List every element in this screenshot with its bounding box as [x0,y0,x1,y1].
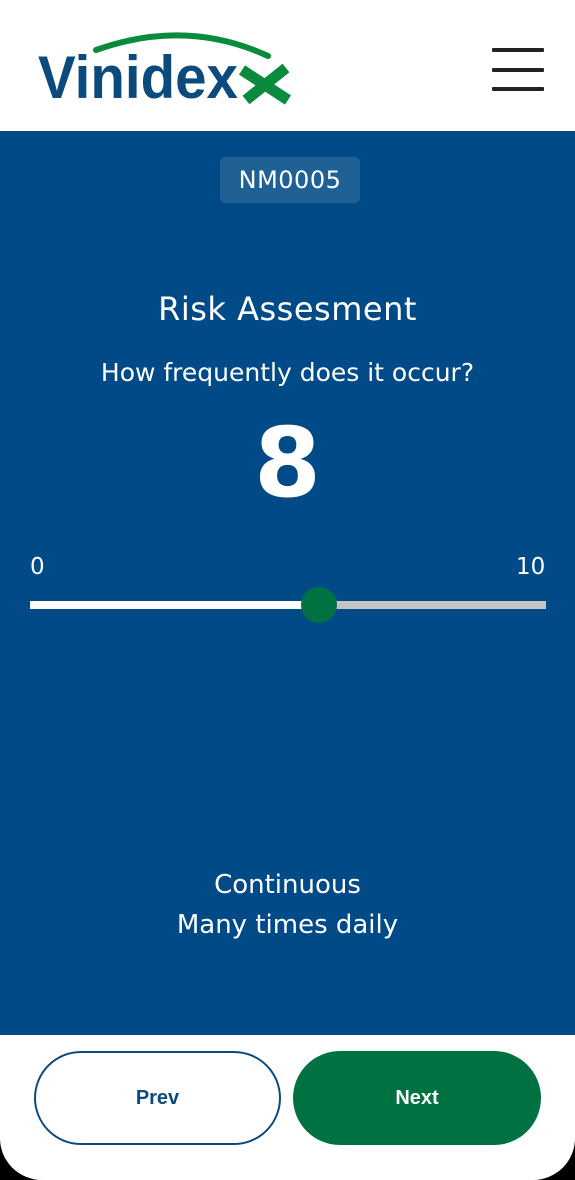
navigation-footer: Prev Next [0,1035,575,1180]
vinidex-logo[interactable]: Vinidex [36,30,298,106]
slider-max-label: 10 [516,554,546,580]
frequency-slider[interactable] [30,587,546,623]
selected-value: 8 [254,407,321,519]
item-code-badge: NM0005 [220,157,360,203]
frequency-description-primary: Continuous [214,870,361,900]
next-button[interactable]: Next [293,1051,541,1145]
slider-thumb[interactable] [301,587,337,623]
frequency-description-secondary: Many times daily [176,910,399,940]
page-title: Risk Assesment [158,290,417,328]
app-header: Vinidex [0,0,575,131]
logo-text: Vinidex [38,44,238,106]
vinidex-logo-graphic: Vinidex [38,32,292,106]
prev-button[interactable]: Prev [34,1051,281,1145]
app-screen: Vinidex NM0005 Risk Assesment How freque… [0,0,575,1180]
question-text: How frequently does it occur? [100,358,475,387]
hamburger-menu-icon[interactable] [490,48,546,94]
slider-min-label: 0 [30,554,45,580]
slider-fill [30,601,319,609]
